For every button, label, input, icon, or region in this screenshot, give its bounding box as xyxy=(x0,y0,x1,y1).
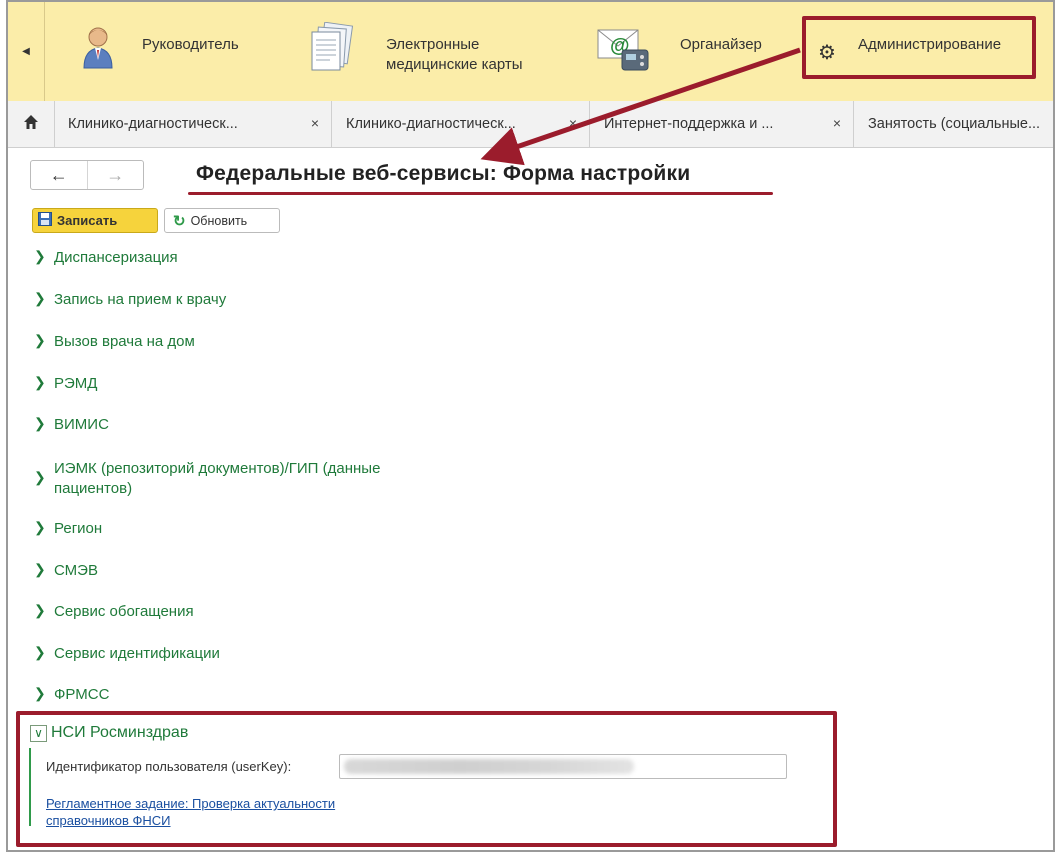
chevron-right-icon: ❯ xyxy=(34,415,46,431)
collapse-panel-button[interactable]: ◀ xyxy=(8,2,45,101)
chevron-right-icon: ❯ xyxy=(34,469,46,485)
refresh-icon: ↻ xyxy=(173,212,186,230)
group-identification-service[interactable]: ❯ Сервис идентификации xyxy=(34,644,220,664)
group-appointment[interactable]: ❯ Запись на прием к врачу xyxy=(34,290,226,310)
chevron-right-icon: ❯ xyxy=(34,290,46,306)
group-label: РЭМД xyxy=(54,375,98,392)
triangle-left-icon: ◀ xyxy=(22,46,30,57)
chevron-right-icon: ❯ xyxy=(34,519,46,535)
chevron-right-icon: ❯ xyxy=(34,332,46,348)
back-button[interactable]: ← xyxy=(31,161,88,189)
tab-label: Интернет-поддержка и ... xyxy=(604,116,774,132)
tab-label: Занятость (социальные... xyxy=(868,116,1041,132)
close-icon[interactable]: × xyxy=(833,115,841,131)
section-label: Электронные медицинские карты xyxy=(386,36,523,73)
page-title: Федеральные веб-сервисы: Форма настройки xyxy=(196,162,691,185)
group-label: ИЭМК (репозиторий документов)/ГИП (данны… xyxy=(54,460,381,497)
chevron-right-icon: ❯ xyxy=(34,374,46,390)
section-manager[interactable]: Руководитель xyxy=(70,2,290,101)
group-label: Вызов врача на дом xyxy=(54,333,195,350)
tab-window[interactable]: Занятость (социальные... xyxy=(854,101,1053,147)
chevron-right-icon: ❯ xyxy=(34,248,46,264)
section-label: Органайзер xyxy=(680,36,762,53)
group-label: Регион xyxy=(54,520,103,537)
user-icon xyxy=(82,26,114,75)
group-label: Сервис обогащения xyxy=(54,603,194,620)
save-button-label: Записать xyxy=(57,213,118,228)
application-window: ◀ Руководитель Электронные медицинские к… xyxy=(6,0,1055,852)
refresh-button-label: Обновить xyxy=(190,213,248,228)
home-icon xyxy=(23,114,39,135)
admin-highlight-frame xyxy=(802,16,1036,79)
group-frmss[interactable]: ❯ ФРМСС xyxy=(34,685,109,705)
tab-window[interactable]: Клинико-диагностическ... × xyxy=(54,101,332,147)
home-tab[interactable] xyxy=(8,101,55,147)
title-highlight-underline xyxy=(188,192,773,195)
chevron-right-icon: ❯ xyxy=(34,561,46,577)
group-label: Сервис идентификации xyxy=(54,645,220,662)
group-iemk[interactable]: ❯ ИЭМК (репозиторий документов)/ГИП (дан… xyxy=(34,459,454,499)
group-label: СМЭВ xyxy=(54,562,98,579)
floppy-disk-icon xyxy=(38,212,52,229)
mail-phone-icon: @ xyxy=(596,24,652,79)
close-icon[interactable]: × xyxy=(311,115,319,131)
group-dispensary[interactable]: ❯ Диспансеризация xyxy=(34,248,178,268)
section-organizer[interactable]: @ Органайзер xyxy=(590,2,790,101)
tab-window[interactable]: Клинико-диагностическ... × xyxy=(332,101,590,147)
group-label: ВИМИС xyxy=(54,416,109,433)
arrow-left-icon: ← xyxy=(49,164,68,185)
nsi-highlight-frame xyxy=(16,711,837,847)
group-enrichment-service[interactable]: ❯ Сервис обогащения xyxy=(34,602,194,622)
section-emc[interactable]: Электронные медицинские карты xyxy=(300,2,590,101)
group-remd[interactable]: ❯ РЭМД xyxy=(34,374,97,394)
documents-icon xyxy=(308,21,354,79)
section-label: Руководитель xyxy=(142,36,239,53)
tab-label: Клинико-диагностическ... xyxy=(68,116,238,132)
tab-label: Клинико-диагностическ... xyxy=(346,116,516,132)
forward-button[interactable]: → xyxy=(88,161,144,189)
chevron-right-icon: ❯ xyxy=(34,602,46,618)
group-label: Запись на прием к врачу xyxy=(54,291,227,308)
group-home-visit[interactable]: ❯ Вызов врача на дом xyxy=(34,332,195,352)
group-vimis[interactable]: ❯ ВИМИС xyxy=(34,415,109,435)
chevron-right-icon: ❯ xyxy=(34,685,46,701)
tab-window[interactable]: Интернет-поддержка и ... × xyxy=(590,101,854,147)
group-region[interactable]: ❯ Регион xyxy=(34,519,102,539)
refresh-button[interactable]: ↻ Обновить xyxy=(164,208,280,233)
chevron-right-icon: ❯ xyxy=(34,644,46,660)
navigation-buttons: ← → xyxy=(30,160,144,190)
group-smev[interactable]: ❯ СМЭВ xyxy=(34,561,98,581)
close-icon[interactable]: × xyxy=(569,115,577,131)
arrow-right-icon: → xyxy=(106,164,125,185)
group-label: ФРМСС xyxy=(54,686,110,703)
save-button[interactable]: Записать xyxy=(32,208,158,233)
group-label: Диспансеризация xyxy=(54,249,178,266)
